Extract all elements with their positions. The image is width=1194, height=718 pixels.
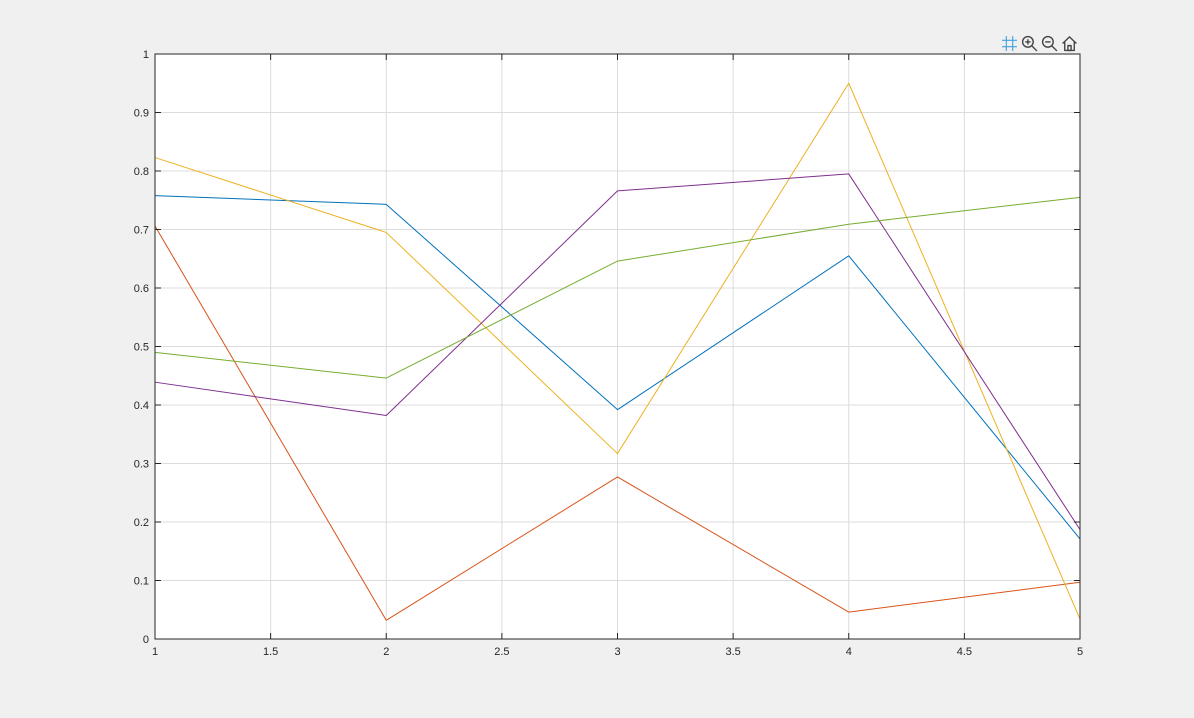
y-tick-label: 0.3 [134, 459, 149, 471]
x-tick-label: 1 [152, 646, 158, 658]
y-tick-labels: 0 0.1 0.2 0.3 0.4 0.5 0.6 0.7 0.8 0.9 1 [134, 49, 149, 646]
y-tick-label: 0 [143, 634, 149, 646]
y-tick-label: 0.4 [134, 400, 149, 412]
y-tick-label: 0.5 [134, 342, 149, 354]
x-tick-labels: 1 1.5 2 2.5 3 3.5 4 4.5 5 [152, 646, 1083, 658]
y-tick-label: 1 [143, 49, 149, 61]
x-tick-label: 5 [1077, 646, 1083, 658]
x-tick-label: 1.5 [263, 646, 278, 658]
y-tick-label: 0.7 [134, 225, 149, 237]
y-tick-label: 0.1 [134, 576, 149, 588]
x-tick-label: 2.5 [494, 646, 509, 658]
x-tick-label: 3.5 [725, 646, 740, 658]
line-chart: 1 1.5 2 2.5 3 3.5 4 4.5 5 0 0.1 0.2 0.3 0.4 0.5 0.6 0.7… [134, 49, 1083, 658]
y-tick-label: 0.9 [134, 108, 149, 120]
y-tick-label: 0.2 [134, 517, 149, 529]
x-tick-label: 2 [383, 646, 389, 658]
y-tick-label: 0.8 [134, 166, 149, 178]
y-tick-label: 0.6 [134, 283, 149, 295]
x-tick-label: 3 [614, 646, 620, 658]
x-tick-label: 4 [846, 646, 852, 658]
x-tick-label: 4.5 [957, 646, 972, 658]
